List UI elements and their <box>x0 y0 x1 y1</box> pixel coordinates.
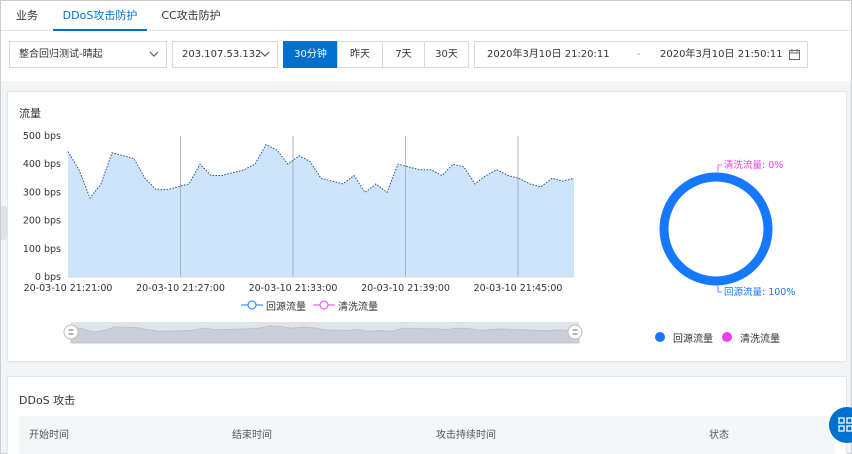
traffic-area-chart: 500 bps 400 bps 300 bps 200 bps 100 bps 0 bps… <box>23 131 575 294</box>
tab-ddos-protection[interactable]: DDoS攻击防护 <box>53 1 147 31</box>
instance-select-value: 整合回归测试-晴起 <box>19 49 103 60</box>
line-legend: 回源流量 清洗流量 <box>241 297 401 313</box>
donut-slice-origin[interactable] <box>659 172 773 286</box>
x-tick-label: 20-03-10 21:45:00 <box>474 283 563 294</box>
donut-leader-origin <box>717 286 722 293</box>
y-tick-label: 200 bps <box>23 216 61 227</box>
slider-handle-left[interactable] <box>63 324 79 340</box>
donut-label-origin: 回源流量: 100% <box>724 286 795 298</box>
y-tick-label: 100 bps <box>23 244 61 255</box>
legend-origin-icon <box>241 300 263 310</box>
y-tick-label: 300 bps <box>23 187 61 198</box>
date-range-picker[interactable]: 2020年3月10日 21:20:11 - 2020年3月10日 21:50:1… <box>474 41 808 68</box>
legend-origin-dot <box>655 332 665 342</box>
donut-leader-scrub <box>717 164 722 172</box>
zoom-slider[interactable] <box>61 319 591 345</box>
end-time[interactable]: 2020年3月10日 21:50:11 <box>660 42 783 67</box>
legend-scrub-icon <box>313 300 335 310</box>
x-tick-label: 20-03-10 21:39:00 <box>361 283 450 294</box>
range-30min-button[interactable]: 30分钟 <box>283 41 338 68</box>
ip-select-value: 203.107.53.132 <box>182 49 262 60</box>
filter-toolbar: 整合回归测试-晴起 203.107.53.132 30分钟 昨天 7天 30天 … <box>1 31 851 81</box>
col-end-time[interactable]: 结束时间 <box>232 426 272 441</box>
x-tick-label: 20-03-10 21:33:00 <box>249 283 338 294</box>
app-window: 业务 DDoS攻击防护 CC攻击防护 整合回归测试-晴起 203.107.53.… <box>0 0 852 454</box>
instance-select[interactable]: 整合回归测试-晴起 <box>9 41 167 68</box>
ip-select[interactable]: 203.107.53.132 <box>172 41 278 68</box>
col-start-time[interactable]: 开始时间 <box>29 426 69 441</box>
range-30days-button[interactable]: 30天 <box>424 41 469 68</box>
y-tick-label: 500 bps <box>23 131 61 142</box>
range-yesterday-button[interactable]: 昨天 <box>337 41 383 68</box>
grid-icon <box>838 417 852 432</box>
start-time[interactable]: 2020年3月10日 21:20:11 <box>487 42 610 67</box>
chevron-down-icon <box>260 51 270 57</box>
y-tick-label: 0 bps <box>35 272 61 283</box>
tab-cc-protection[interactable]: CC攻击防护 <box>155 1 227 31</box>
date-separator: - <box>637 49 641 60</box>
traffic-panel-title: 流量 <box>19 107 41 120</box>
legend-scrub-dot <box>722 332 732 342</box>
chevron-down-icon <box>149 51 159 57</box>
x-tick-label: 20-03-10 21:21:00 <box>24 283 113 294</box>
y-tick-label: 400 bps <box>23 159 61 170</box>
traffic-donut-chart: 清洗流量: 0% 回源流量: 100% <box>659 159 795 298</box>
x-tick-label: 20-03-10 21:27:00 <box>136 283 225 294</box>
donut-legend-origin-label[interactable]: 回源流量 <box>673 330 713 345</box>
range-7days-button[interactable]: 7天 <box>382 41 425 68</box>
origin-area <box>68 144 574 277</box>
legend-origin-label[interactable]: 回源流量 <box>266 298 306 313</box>
legend-scrub-label[interactable]: 清洗流量 <box>338 298 378 313</box>
donut-legend-scrub-label[interactable]: 清洗流量 <box>740 330 780 345</box>
tab-bar: 业务 DDoS攻击防护 CC攻击防护 <box>1 1 851 31</box>
calendar-icon[interactable] <box>789 49 800 60</box>
donut-label-scrub: 清洗流量: 0% <box>724 159 783 171</box>
col-status[interactable]: 状态 <box>709 426 729 441</box>
col-duration[interactable]: 攻击持续时间 <box>436 426 496 441</box>
donut-legend: 回源流量 清洗流量 <box>651 329 801 345</box>
tab-business[interactable]: 业务 <box>9 1 45 31</box>
slider-handle-right[interactable] <box>567 324 583 340</box>
ddos-attack-title: DDoS 攻击 <box>19 394 76 407</box>
